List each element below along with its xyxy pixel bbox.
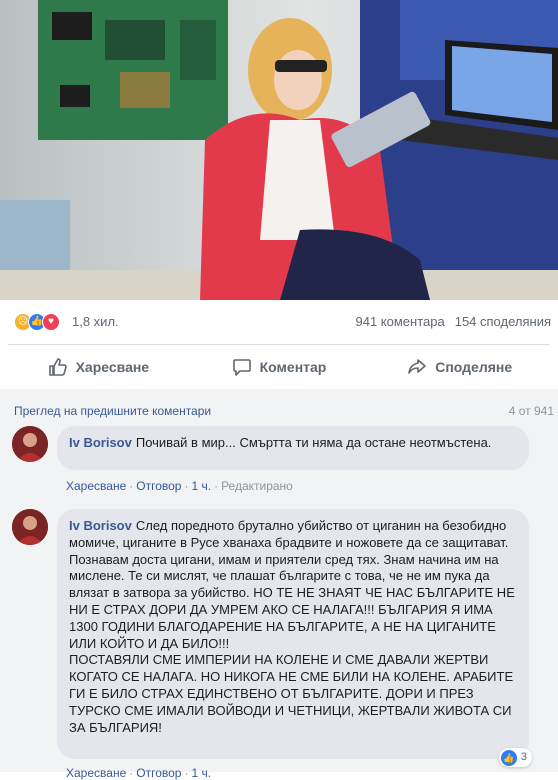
dot-separator: · bbox=[129, 479, 134, 493]
post-action-bar: Харесване Коментар Споделяне bbox=[8, 344, 550, 390]
comment-text: След поредното брутално убийство от цига… bbox=[69, 518, 515, 735]
speech-bubble-icon bbox=[232, 357, 252, 377]
comment-bubble: Iv Borisov След поредното брутално убийст… bbox=[57, 509, 532, 767]
comment-reply-link[interactable]: Отговор bbox=[136, 479, 181, 493]
comment-bubble: Iv Borisov Почивай в мир... Смъртта ти ня… bbox=[57, 426, 529, 470]
avatar[interactable] bbox=[12, 426, 48, 462]
comment-reply-link[interactable]: Отговор bbox=[136, 766, 181, 780]
previous-comments-row: Преглед на предишните коментари 4 от 941 bbox=[14, 404, 554, 418]
comment-timestamp[interactable]: 1 ч. bbox=[191, 766, 211, 780]
comments-section: Преглед на предишните коментари 4 от 941… bbox=[0, 389, 558, 780]
comment-author[interactable]: Iv Borisov bbox=[69, 518, 132, 533]
love-reaction-icon: ♥ bbox=[42, 313, 60, 331]
shares-count-link[interactable]: 154 споделяния bbox=[455, 314, 551, 329]
comments-count-link[interactable]: 941 коментара bbox=[356, 314, 445, 329]
comment-actions: Харесване · Отговор · 1 ч. · Редактирано bbox=[66, 479, 293, 493]
comment-item: Iv Borisov След поредното брутално убийст… bbox=[12, 509, 532, 780]
comment-reaction-count: 3 bbox=[520, 751, 527, 764]
comment-text: Почивай в мир... Смъртта ти няма да оста… bbox=[135, 435, 492, 450]
avatar[interactable] bbox=[12, 509, 48, 545]
share-arrow-icon bbox=[407, 357, 427, 377]
like-button[interactable]: Харесване bbox=[8, 345, 189, 389]
share-button-label: Споделяне bbox=[435, 359, 513, 375]
post-stats: 941 коментара 154 споделяния bbox=[356, 314, 552, 329]
dot-separator: · bbox=[129, 766, 134, 780]
comment-button-label: Коментар bbox=[259, 359, 327, 375]
comment-reaction-badge[interactable]: 👍 3 bbox=[498, 748, 532, 767]
comment-actions: Харесване · Отговор · 1 ч. bbox=[66, 766, 211, 780]
share-button[interactable]: Споделяне bbox=[369, 345, 550, 389]
comment-like-link[interactable]: Харесване bbox=[66, 766, 126, 780]
comment-like-link[interactable]: Харесване bbox=[66, 479, 126, 493]
thumbs-up-icon bbox=[48, 357, 68, 377]
dot-separator: · bbox=[184, 479, 189, 493]
post-photo-illustration bbox=[0, 0, 558, 300]
dot-separator: · bbox=[184, 766, 189, 780]
like-reaction-icon: 👍 bbox=[500, 749, 517, 766]
reaction-count[interactable]: 1,8 хил. bbox=[72, 314, 119, 329]
comment-timestamp[interactable]: 1 ч. bbox=[191, 479, 211, 493]
view-previous-comments-link[interactable]: Преглед на предишните коментари bbox=[14, 404, 211, 418]
comment-author[interactable]: Iv Borisov bbox=[69, 435, 132, 450]
dot-separator: · bbox=[214, 479, 219, 493]
comment-item: Iv Borisov Почивай в мир... Смъртта ти ня… bbox=[12, 426, 532, 498]
comment-button[interactable]: Коментар bbox=[189, 345, 370, 389]
reaction-icons[interactable]: ☹ 👍 ♥ bbox=[14, 313, 70, 331]
like-button-label: Харесване bbox=[75, 359, 150, 375]
comment-edited-label[interactable]: Редактирано bbox=[221, 479, 293, 493]
comments-position: 4 от 941 bbox=[508, 404, 554, 418]
reactions-summary: ☹ 👍 ♥ 1,8 хил. 941 коментара 154 споделян… bbox=[0, 300, 558, 344]
post-photo[interactable] bbox=[0, 0, 558, 300]
